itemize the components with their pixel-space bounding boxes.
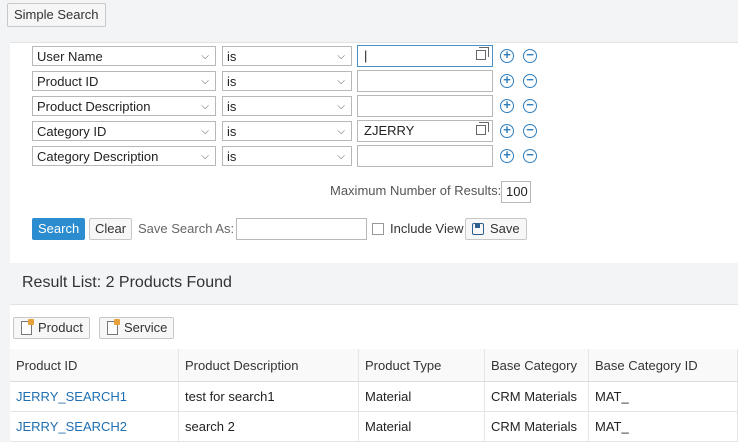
criteria-value-input-1[interactable]: | <box>357 45 493 67</box>
column-header-product-id[interactable]: Product ID <box>10 349 179 382</box>
column-header-product-type[interactable]: Product Type <box>358 349 485 382</box>
product-id-link[interactable]: JERRY_SEARCH2 <box>16 419 127 434</box>
result-table: Product ID Product Description Product T… <box>10 349 738 442</box>
max-results-value: 100 <box>506 184 528 199</box>
criteria-field-label: User Name <box>37 49 103 64</box>
criteria-value-input-4[interactable]: ZJERRY <box>357 120 493 142</box>
value-help-icon[interactable] <box>476 122 489 135</box>
criteria-value-text: | <box>364 48 368 63</box>
search-button[interactable]: Search <box>32 218 86 240</box>
add-row-icon[interactable]: + <box>500 123 514 138</box>
add-row-icon[interactable]: + <box>500 73 514 88</box>
remove-row-icon[interactable]: − <box>523 73 537 88</box>
product-button[interactable]: Product <box>13 317 90 339</box>
criteria-operator-select-3[interactable]: is ⌵ <box>222 96 352 116</box>
save-button-label: Save <box>490 221 520 236</box>
cell-product-id: JERRY_SEARCH2 <box>10 411 179 442</box>
remove-row-icon[interactable]: − <box>523 98 537 113</box>
chevron-down-icon: ⌵ <box>337 51 345 62</box>
clear-button[interactable]: Clear <box>89 218 133 240</box>
chevron-down-icon: ⌵ <box>201 51 209 62</box>
chevron-down-icon: ⌵ <box>201 101 209 112</box>
result-list-title: Result List: 2 Products Found <box>22 274 232 291</box>
cell-base-category-id: MAT_ <box>588 411 738 442</box>
search-criteria-panel: User Name ⌵ is ⌵ | + − Product ID ⌵ is ⌵… <box>10 42 738 263</box>
criteria-field-select-4[interactable]: Category ID ⌵ <box>32 121 216 141</box>
criteria-operator-select-5[interactable]: is ⌵ <box>222 146 352 166</box>
result-list-panel: Product Service Product ID Product Descr… <box>10 304 738 442</box>
criteria-operator-label: is <box>227 74 237 89</box>
include-view-label: Include View <box>390 221 464 236</box>
column-header-base-category[interactable]: Base Category <box>484 349 589 382</box>
chevron-down-icon: ⌵ <box>201 151 209 162</box>
chevron-down-icon: ⌵ <box>337 126 345 137</box>
simple-search-button[interactable]: Simple Search <box>7 3 106 27</box>
service-button-label: Service <box>124 320 168 335</box>
criteria-field-select-1[interactable]: User Name ⌵ <box>32 46 216 66</box>
save-search-as-input[interactable] <box>236 218 367 240</box>
chevron-down-icon: ⌵ <box>337 101 345 112</box>
column-header-product-description[interactable]: Product Description <box>178 349 359 382</box>
document-icon <box>21 319 34 335</box>
save-icon <box>472 223 484 235</box>
add-row-icon[interactable]: + <box>500 148 514 163</box>
cell-base-category-id: MAT_ <box>588 381 738 412</box>
save-button[interactable]: Save <box>465 218 527 240</box>
criteria-field-select-5[interactable]: Category Description ⌵ <box>32 146 216 166</box>
max-results-input[interactable]: 100 <box>501 181 531 203</box>
table-row[interactable]: JERRY_SEARCH2 search 2 Material CRM Mate… <box>10 411 738 442</box>
cell-product-type: Material <box>358 411 485 442</box>
criteria-operator-select-2[interactable]: is ⌵ <box>222 71 352 91</box>
column-header-base-category-id[interactable]: Base Category ID <box>588 349 738 382</box>
cell-product-type: Material <box>358 381 485 412</box>
chevron-down-icon: ⌵ <box>201 76 209 87</box>
criteria-operator-select-4[interactable]: is ⌵ <box>222 121 352 141</box>
criteria-value-input-2[interactable] <box>357 70 493 92</box>
include-view-checkbox[interactable] <box>372 223 384 235</box>
criteria-field-select-3[interactable]: Product Description ⌵ <box>32 96 216 116</box>
criteria-operator-select-1[interactable]: is ⌵ <box>222 46 352 66</box>
remove-row-icon[interactable]: − <box>523 48 537 63</box>
table-header-row: Product ID Product Description Product T… <box>10 349 738 382</box>
criteria-field-label: Product Description <box>37 99 151 114</box>
criteria-operator-label: is <box>227 149 237 164</box>
criteria-operator-label: is <box>227 99 237 114</box>
criteria-field-select-2[interactable]: Product ID ⌵ <box>32 71 216 91</box>
service-button[interactable]: Service <box>99 317 175 339</box>
chevron-down-icon: ⌵ <box>201 126 209 137</box>
criteria-value-input-5[interactable] <box>357 145 493 167</box>
criteria-operator-label: is <box>227 49 237 64</box>
cell-base-category: CRM Materials <box>484 381 589 412</box>
save-search-as-label: Save Search As: <box>138 221 235 236</box>
criteria-operator-label: is <box>227 124 237 139</box>
chevron-down-icon: ⌵ <box>337 76 345 87</box>
add-row-icon[interactable]: + <box>500 98 514 113</box>
max-results-label: Maximum Number of Results: <box>330 183 502 198</box>
add-row-icon[interactable]: + <box>500 48 514 63</box>
product-button-label: Product <box>38 320 83 335</box>
cell-product-description: test for search1 <box>178 381 359 412</box>
criteria-field-label: Category ID <box>37 124 107 139</box>
chevron-down-icon: ⌵ <box>337 151 345 162</box>
criteria-value-input-3[interactable] <box>357 95 493 117</box>
remove-row-icon[interactable]: − <box>523 123 537 138</box>
table-row[interactable]: JERRY_SEARCH1 test for search1 Material … <box>10 381 738 412</box>
criteria-field-label: Product ID <box>37 74 99 89</box>
remove-row-icon[interactable]: − <box>523 148 537 163</box>
product-id-link[interactable]: JERRY_SEARCH1 <box>16 389 127 404</box>
cell-base-category: CRM Materials <box>484 411 589 442</box>
criteria-field-label: Category Description <box>37 149 159 164</box>
value-help-icon[interactable] <box>476 47 489 60</box>
cell-product-description: search 2 <box>178 411 359 442</box>
criteria-value-text: ZJERRY <box>364 123 415 138</box>
cell-product-id: JERRY_SEARCH1 <box>10 381 179 412</box>
document-icon <box>107 319 120 335</box>
